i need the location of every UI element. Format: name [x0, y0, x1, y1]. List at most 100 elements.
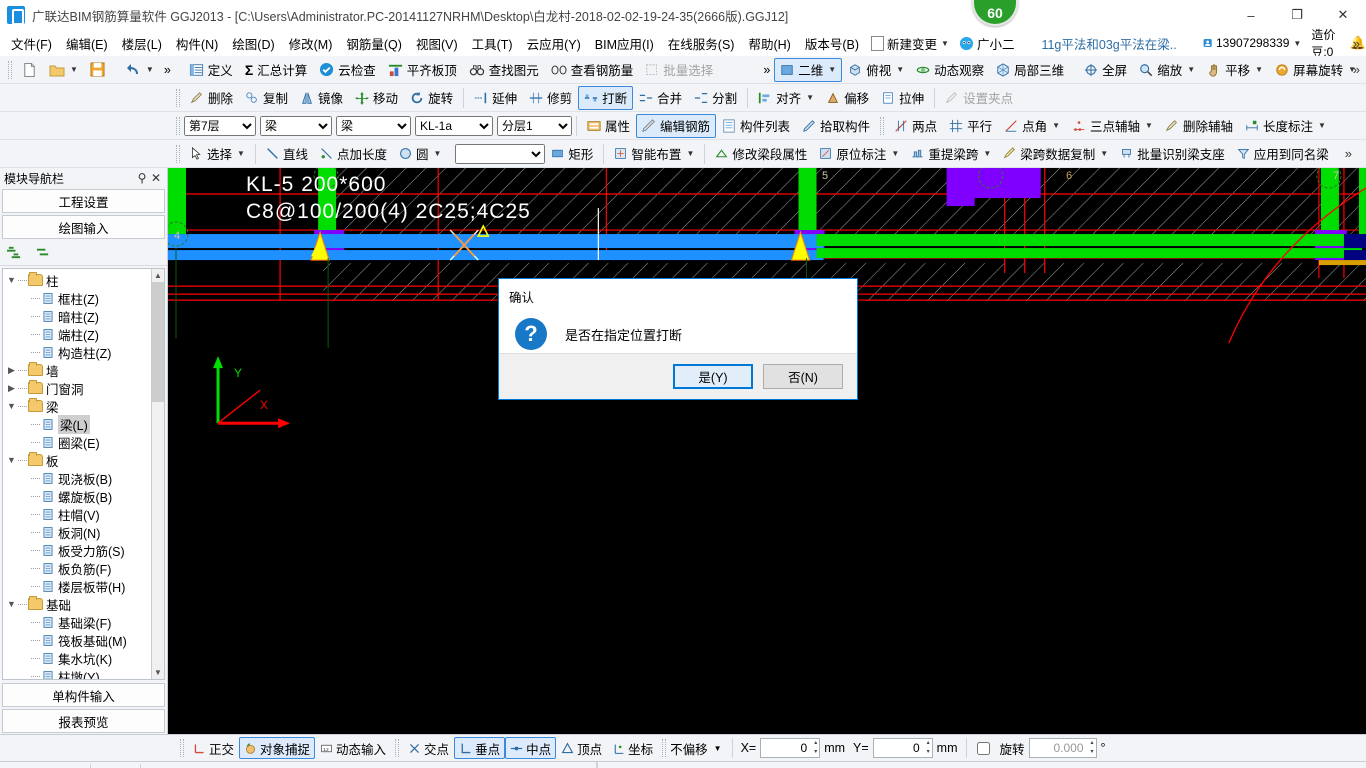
- toolbar2-grip[interactable]: [176, 88, 180, 107]
- scale-rebar-button[interactable]: 缩尺配筋: [247, 764, 323, 768]
- rectangle-button[interactable]: 矩形: [545, 142, 599, 166]
- insert-row-button[interactable]: 插入: [145, 764, 196, 768]
- align-slab-top-button[interactable]: 平齐板顶: [382, 58, 463, 82]
- tree-item-9[interactable]: 圈梁(E): [3, 433, 151, 451]
- vertex-snap[interactable]: 顶点: [556, 737, 607, 759]
- extend-button[interactable]: 延伸: [468, 86, 523, 110]
- menu-modify[interactable]: 修改(M): [282, 31, 340, 56]
- tree-item-11[interactable]: 现浇板(B): [3, 469, 151, 487]
- tree-item-14[interactable]: 板洞(N): [3, 523, 151, 541]
- properties-button[interactable]: 属性: [581, 114, 636, 138]
- first-record-button[interactable]: ⏮: [4, 764, 25, 768]
- member-selector[interactable]: KL-1a: [415, 115, 493, 136]
- menu-edit[interactable]: 编辑(E): [59, 31, 115, 56]
- account-area[interactable]: 13907298339 ▼ 造价豆:0 🔔: [1203, 26, 1366, 60]
- offset-button[interactable]: 偏移: [820, 86, 875, 110]
- rebar-info-button[interactable]: 钢筋信息: [323, 764, 399, 768]
- perpendicular-snap[interactable]: 垂点: [454, 737, 506, 759]
- pan-button[interactable]: 平移 ▼: [1201, 58, 1269, 82]
- fullscreen-button[interactable]: 全屏: [1078, 58, 1133, 82]
- rotate-checkbox[interactable]: [976, 741, 990, 755]
- toolbar1-overflow[interactable]: »: [160, 58, 175, 82]
- pick-member-button[interactable]: 拾取构件: [796, 114, 876, 138]
- length-dim-button[interactable]: 长度标注 ▼: [1239, 114, 1332, 138]
- three-point-axis-button[interactable]: 三点辅轴 ▼: [1066, 114, 1159, 138]
- dialog-yes-button[interactable]: 是(Y): [673, 364, 753, 389]
- delete-button[interactable]: 删除: [184, 86, 239, 110]
- cad-canvas[interactable]: KL-5 200*600 C8@100/200(4) 2C25;4C25 4 5…: [168, 168, 1366, 734]
- find-element-button[interactable]: 查找图元: [463, 58, 545, 82]
- insitu-annotation-button[interactable]: 原位标注 ▼: [813, 142, 905, 166]
- tree-item-16[interactable]: 板负筋(F): [3, 559, 151, 577]
- scroll-up-icon[interactable]: ▲: [152, 269, 164, 282]
- remove-icon[interactable]: [35, 245, 52, 260]
- stretch-button[interactable]: 拉伸: [875, 86, 930, 110]
- floor-selector[interactable]: 第7层: [184, 115, 256, 136]
- snapbar-grip-2[interactable]: [395, 739, 400, 757]
- view-rebar-qty-button[interactable]: 查看钢筋量: [545, 58, 640, 82]
- midpoint-snap[interactable]: 中点: [505, 737, 557, 759]
- chevron-down-icon[interactable]: ▼: [5, 599, 18, 609]
- align-chevron-down-icon[interactable]: ▼: [806, 93, 814, 102]
- dynamic-orbit-button[interactable]: 动态观察: [910, 58, 990, 82]
- chevron-down-icon[interactable]: ▼: [5, 275, 18, 285]
- y-offset-input[interactable]: 0: [872, 738, 933, 758]
- tree-item-17[interactable]: 楼层板带(H): [3, 577, 151, 595]
- chevron-right-icon[interactable]: ▶: [5, 365, 18, 376]
- toolbar3-grip[interactable]: [176, 116, 180, 135]
- tree-item-8[interactable]: 梁(L): [3, 414, 151, 434]
- dialog-no-button[interactable]: 否(N): [763, 364, 843, 389]
- menu-floor[interactable]: 楼层(L): [115, 31, 169, 56]
- span-data-copy-button[interactable]: 梁跨数据复制 ▼: [997, 142, 1114, 166]
- length-dim-chevron-down-icon[interactable]: ▼: [1318, 121, 1326, 130]
- tree-item-13[interactable]: 柱帽(V): [3, 505, 151, 523]
- local-3d-button[interactable]: 局部三维: [990, 58, 1070, 82]
- toolbar4-overflow-icon[interactable]: »: [1345, 146, 1352, 161]
- top-view-button[interactable]: 俯视 ▼: [842, 58, 910, 82]
- close-icon[interactable]: ✕: [149, 171, 163, 185]
- circle-button[interactable]: 圆 ▼: [393, 142, 447, 166]
- tree-vertical-scrollbar[interactable]: ▲ ▼: [151, 269, 164, 679]
- batch-select-button[interactable]: 批量选择: [639, 58, 719, 82]
- line-button[interactable]: 直线: [260, 142, 314, 166]
- chevron-down-icon[interactable]: ▼: [5, 455, 18, 465]
- pin-icon[interactable]: ⚲: [135, 171, 149, 185]
- tree-item-4[interactable]: 构造柱(Z): [3, 343, 151, 361]
- new-change-button[interactable]: 新建变更 ▼: [866, 32, 954, 55]
- tree-item-7[interactable]: ▼ 梁: [3, 397, 151, 415]
- member-list-button[interactable]: 构件列表: [716, 114, 796, 138]
- split-button[interactable]: 分割: [688, 86, 743, 110]
- toolbar3-grip-2[interactable]: [880, 116, 885, 135]
- summary-calc-button[interactable]: Σ 汇总计算: [239, 58, 313, 82]
- open-chevron-down-icon[interactable]: ▼: [70, 65, 78, 74]
- x-offset-input[interactable]: 0: [760, 738, 821, 758]
- tree-item-10[interactable]: ▼ 板: [3, 451, 151, 469]
- rebar-library-button[interactable]: 钢筋图库: [399, 764, 475, 768]
- menu-draw[interactable]: 绘图(D): [225, 31, 281, 56]
- single-member-input-button[interactable]: 单构件输入: [2, 683, 165, 707]
- dynamic-input-toggle[interactable]: 12 动态输入: [315, 737, 391, 759]
- type-selector[interactable]: 梁: [336, 115, 411, 136]
- three-point-axis-chevron-down-icon[interactable]: ▼: [1145, 121, 1153, 130]
- tree-item-1[interactable]: 框柱(Z): [3, 289, 151, 307]
- menu-tools[interactable]: 工具(T): [465, 31, 520, 56]
- zoom-button[interactable]: 缩放 ▼: [1133, 58, 1201, 82]
- paste-span-data-button[interactable]: 粘贴跨数据: [691, 764, 780, 768]
- project-settings-button[interactable]: 工程设置: [2, 189, 165, 213]
- drawing-input-button[interactable]: 绘图输入: [2, 215, 165, 239]
- copy-span-data-button[interactable]: 复制跨数据: [602, 764, 691, 768]
- rotate-input[interactable]: 0.000: [1028, 738, 1097, 758]
- tree-item-6[interactable]: ▶ 门窗洞: [3, 379, 151, 397]
- define-button[interactable]: 定义: [183, 58, 239, 82]
- scroll-down-icon[interactable]: ▼: [152, 666, 164, 679]
- mirror-button[interactable]: 镜像: [294, 86, 349, 110]
- intersection-snap[interactable]: 交点: [403, 737, 454, 759]
- set-grip-button[interactable]: 设置夹点: [939, 86, 1019, 110]
- edit-rebar-button[interactable]: 编辑钢筋: [636, 113, 717, 138]
- insitu-chevron-down-icon[interactable]: ▼: [891, 149, 899, 158]
- menu-rebar-qty[interactable]: 钢筋量(Q): [339, 31, 409, 56]
- tree-item-3[interactable]: 端柱(Z): [3, 325, 151, 343]
- new-file-button[interactable]: [16, 58, 43, 82]
- save-file-button[interactable]: [84, 58, 111, 82]
- prev-record-button[interactable]: ◀: [25, 764, 45, 768]
